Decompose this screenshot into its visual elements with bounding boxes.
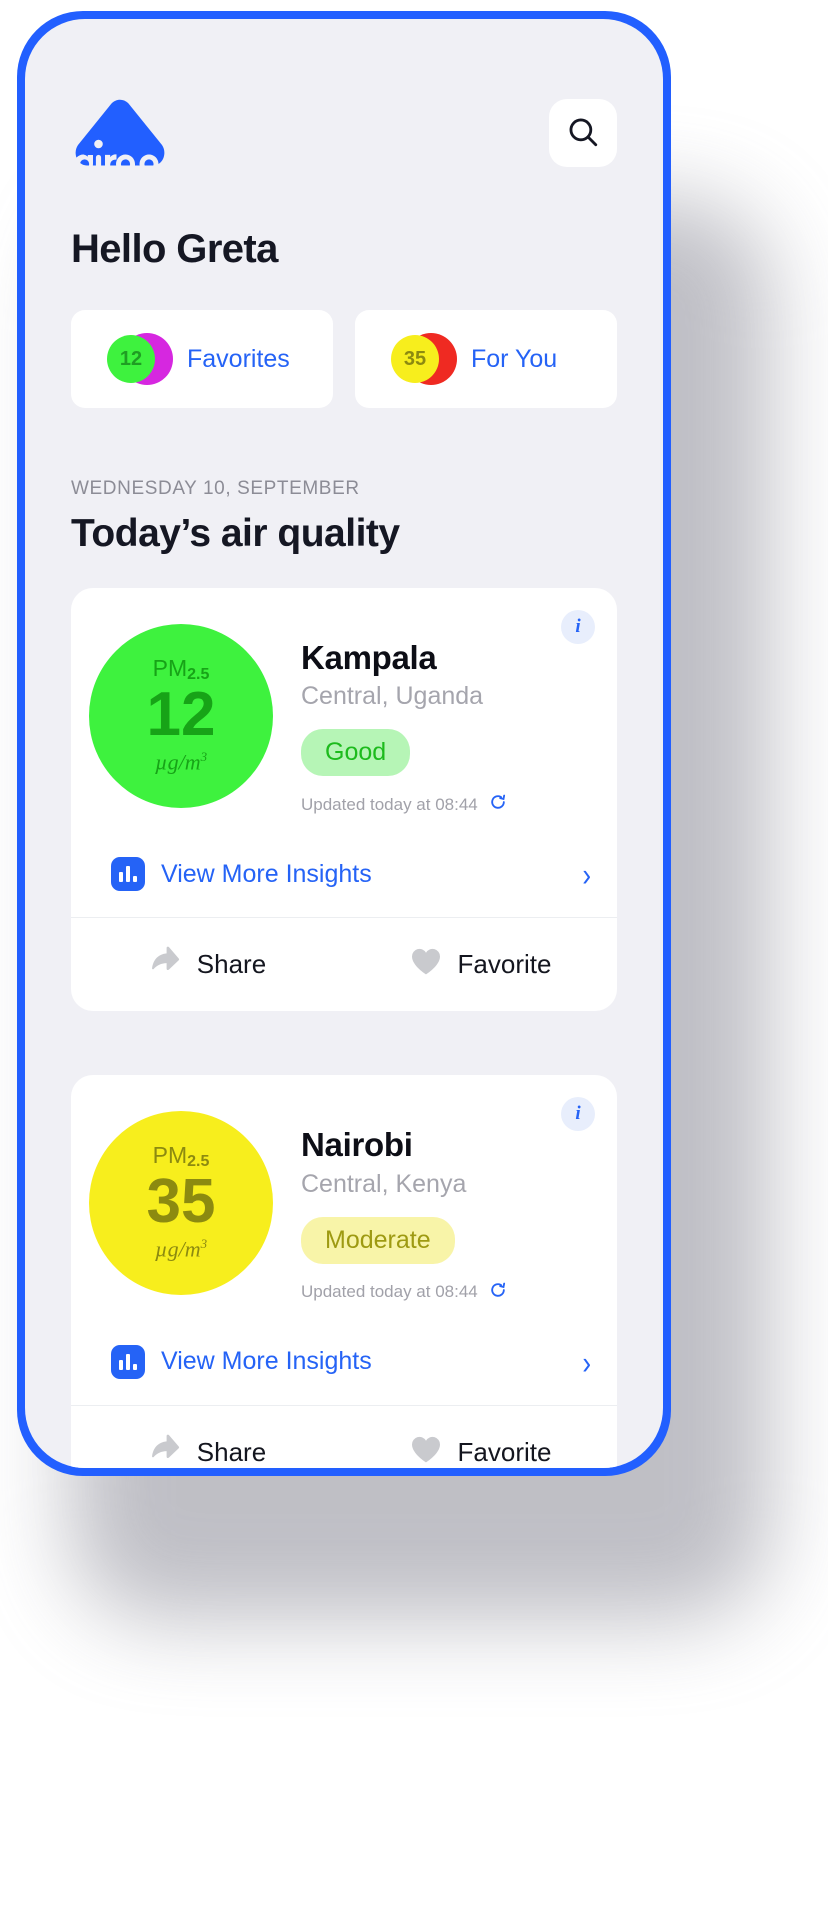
chevron-right-icon: › — [582, 855, 591, 894]
chip-for-you[interactable]: 35 For You — [355, 310, 617, 408]
card-top-kampala: i PM2.5 12 µg/m3 Kampala Central, Uganda… — [71, 588, 617, 833]
status-badge: Good — [301, 729, 411, 777]
bar-chart-icon — [111, 1344, 145, 1379]
pm-text: PM — [152, 654, 188, 681]
pm-subscript: 2.5 — [187, 665, 210, 683]
favorites-count-badge: 12 — [107, 333, 173, 385]
chevron-right-icon: › — [582, 1342, 591, 1381]
search-icon — [566, 115, 600, 152]
pm-subscript: 2.5 — [187, 1153, 210, 1171]
info-icon[interactable]: i — [561, 610, 595, 644]
app-header — [71, 19, 617, 169]
for-you-count-badge: 35 — [391, 333, 457, 385]
view-more-insights-nairobi[interactable]: View More Insights › — [71, 1321, 617, 1405]
phone-frame: Hello Greta 12 Favorites 35 For You WEDN… — [17, 11, 671, 1476]
view-more-insights-label: View More Insights — [161, 859, 372, 888]
search-button[interactable] — [549, 99, 617, 167]
card-spacer — [71, 1011, 617, 1043]
section-title: Today’s air quality — [71, 512, 400, 555]
city-name: Kampala — [301, 639, 437, 676]
chip-favorites-label: Favorites — [187, 344, 290, 373]
share-button[interactable]: Share — [71, 1406, 344, 1468]
greeting-text: Hello Greta — [71, 227, 278, 271]
card-top-nairobi: i PM2.5 35 µg/m3 Nairobi Central, Kenya … — [71, 1075, 617, 1320]
pm25-bubble-nairobi: PM2.5 35 µg/m3 — [89, 1111, 273, 1296]
pm25-bubble-kampala: PM2.5 12 µg/m3 — [89, 624, 273, 808]
pm25-unit: µg/m3 — [155, 749, 207, 775]
card-info-nairobi: Nairobi Central, Kenya Moderate Updated … — [273, 1111, 508, 1304]
card-actions-nairobi: Share Favorite — [71, 1404, 617, 1468]
updated-row: Updated today at 08:44 — [301, 1280, 508, 1305]
refresh-icon[interactable] — [488, 1280, 508, 1305]
share-label: Share — [196, 1436, 267, 1467]
pm-unit-text: µg/m — [154, 1236, 201, 1262]
pm25-label: PM2.5 — [152, 1142, 210, 1171]
heart-icon — [410, 946, 442, 983]
pm-unit-exponent: 3 — [200, 1236, 208, 1252]
updated-text: Updated today at 08:44 — [301, 794, 478, 814]
city-name: Nairobi — [301, 1126, 413, 1164]
air-quality-card-kampala[interactable]: i PM2.5 12 µg/m3 Kampala Central, Uganda… — [71, 588, 617, 1012]
card-info-kampala: Kampala Central, Uganda Good Updated tod… — [273, 624, 508, 817]
heart-icon — [410, 1434, 442, 1468]
updated-text: Updated today at 08:44 — [301, 1282, 478, 1302]
for-you-count-disc: 35 — [391, 335, 439, 383]
pm-text: PM — [152, 1142, 188, 1169]
view-more-insights-label: View More Insights — [161, 1347, 372, 1376]
current-date: WEDNESDAY 10, SEPTEMBER — [71, 478, 360, 499]
chip-for-you-label: For You — [471, 344, 558, 373]
favorites-count: 12 — [119, 347, 143, 370]
favorite-label: Favorite — [457, 1436, 552, 1467]
phone-screen: Hello Greta 12 Favorites 35 For You WEDN… — [25, 19, 663, 1468]
pm-unit-exponent: 3 — [200, 748, 208, 764]
share-arrow-icon — [149, 946, 181, 983]
for-you-count: 35 — [403, 347, 427, 370]
pm25-value: 35 — [146, 1167, 216, 1237]
pm25-value: 12 — [146, 679, 216, 749]
favorites-count-disc: 12 — [107, 335, 155, 383]
view-more-insights-kampala[interactable]: View More Insights › — [71, 833, 617, 917]
card-actions-kampala: Share Favorite — [71, 917, 617, 1011]
app-scroll-area[interactable]: Hello Greta 12 Favorites 35 For You WEDN… — [25, 19, 663, 1468]
share-button[interactable]: Share — [71, 918, 344, 1011]
air-quality-card-nairobi[interactable]: i PM2.5 35 µg/m3 Nairobi Central, Kenya … — [71, 1075, 617, 1468]
favorite-label: Favorite — [457, 949, 552, 980]
updated-row: Updated today at 08:44 — [301, 792, 508, 817]
city-region: Central, Uganda — [301, 682, 484, 711]
refresh-icon[interactable] — [488, 792, 508, 817]
pm25-unit: µg/m3 — [155, 1236, 207, 1262]
pm-unit-text: µg/m — [154, 749, 201, 775]
city-region: Central, Kenya — [301, 1169, 467, 1198]
screenshot-root: Hello Greta 12 Favorites 35 For You WEDN… — [0, 0, 828, 1915]
pm25-label: PM2.5 — [152, 654, 210, 683]
bar-chart-icon — [111, 857, 145, 892]
chip-favorites[interactable]: 12 Favorites — [71, 310, 333, 408]
favorite-button[interactable]: Favorite — [344, 918, 617, 1011]
quick-filter-row: 12 Favorites 35 For You — [71, 310, 617, 408]
info-icon[interactable]: i — [561, 1097, 595, 1132]
share-arrow-icon — [149, 1434, 181, 1468]
status-badge: Moderate — [301, 1216, 455, 1264]
airqo-logo — [71, 97, 169, 169]
favorite-button[interactable]: Favorite — [344, 1406, 617, 1468]
share-label: Share — [196, 949, 267, 980]
